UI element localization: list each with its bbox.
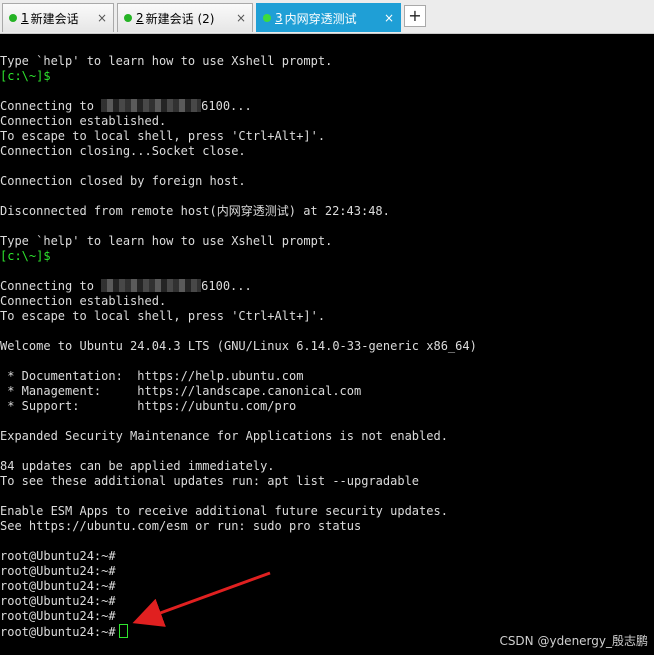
watermark: CSDN @ydenergy_殷志鹏	[499, 634, 648, 648]
terminal-output[interactable]: Type `help' to learn how to use Xshell p…	[0, 34, 654, 655]
close-icon[interactable]: ×	[384, 11, 394, 25]
close-icon[interactable]: ×	[97, 11, 107, 25]
status-dot-icon	[263, 14, 271, 22]
tab-session-1[interactable]: 1 新建会话 ×	[2, 3, 114, 32]
close-icon[interactable]: ×	[236, 11, 246, 25]
tab-number: 1	[21, 11, 29, 25]
tab-number: 3	[275, 11, 283, 25]
tab-session-3[interactable]: 3 内网穿透测试 ×	[256, 3, 401, 32]
status-dot-icon	[124, 14, 132, 22]
tab-label: 内网穿透测试	[284, 11, 357, 26]
arrow-line	[132, 571, 271, 627]
status-dot-icon	[9, 14, 17, 22]
tab-label: 新建会话 (2)	[145, 11, 215, 26]
red-arrow-annotation	[132, 571, 271, 627]
tab-bar: 1 新建会话 × 2 新建会话 (2) × 3 内网穿透测试 × +	[0, 0, 654, 34]
tab-number: 2	[136, 11, 144, 25]
add-tab-button[interactable]: +	[404, 5, 426, 27]
tab-session-2[interactable]: 2 新建会话 (2) ×	[117, 3, 253, 32]
tab-label: 新建会话	[30, 11, 79, 26]
